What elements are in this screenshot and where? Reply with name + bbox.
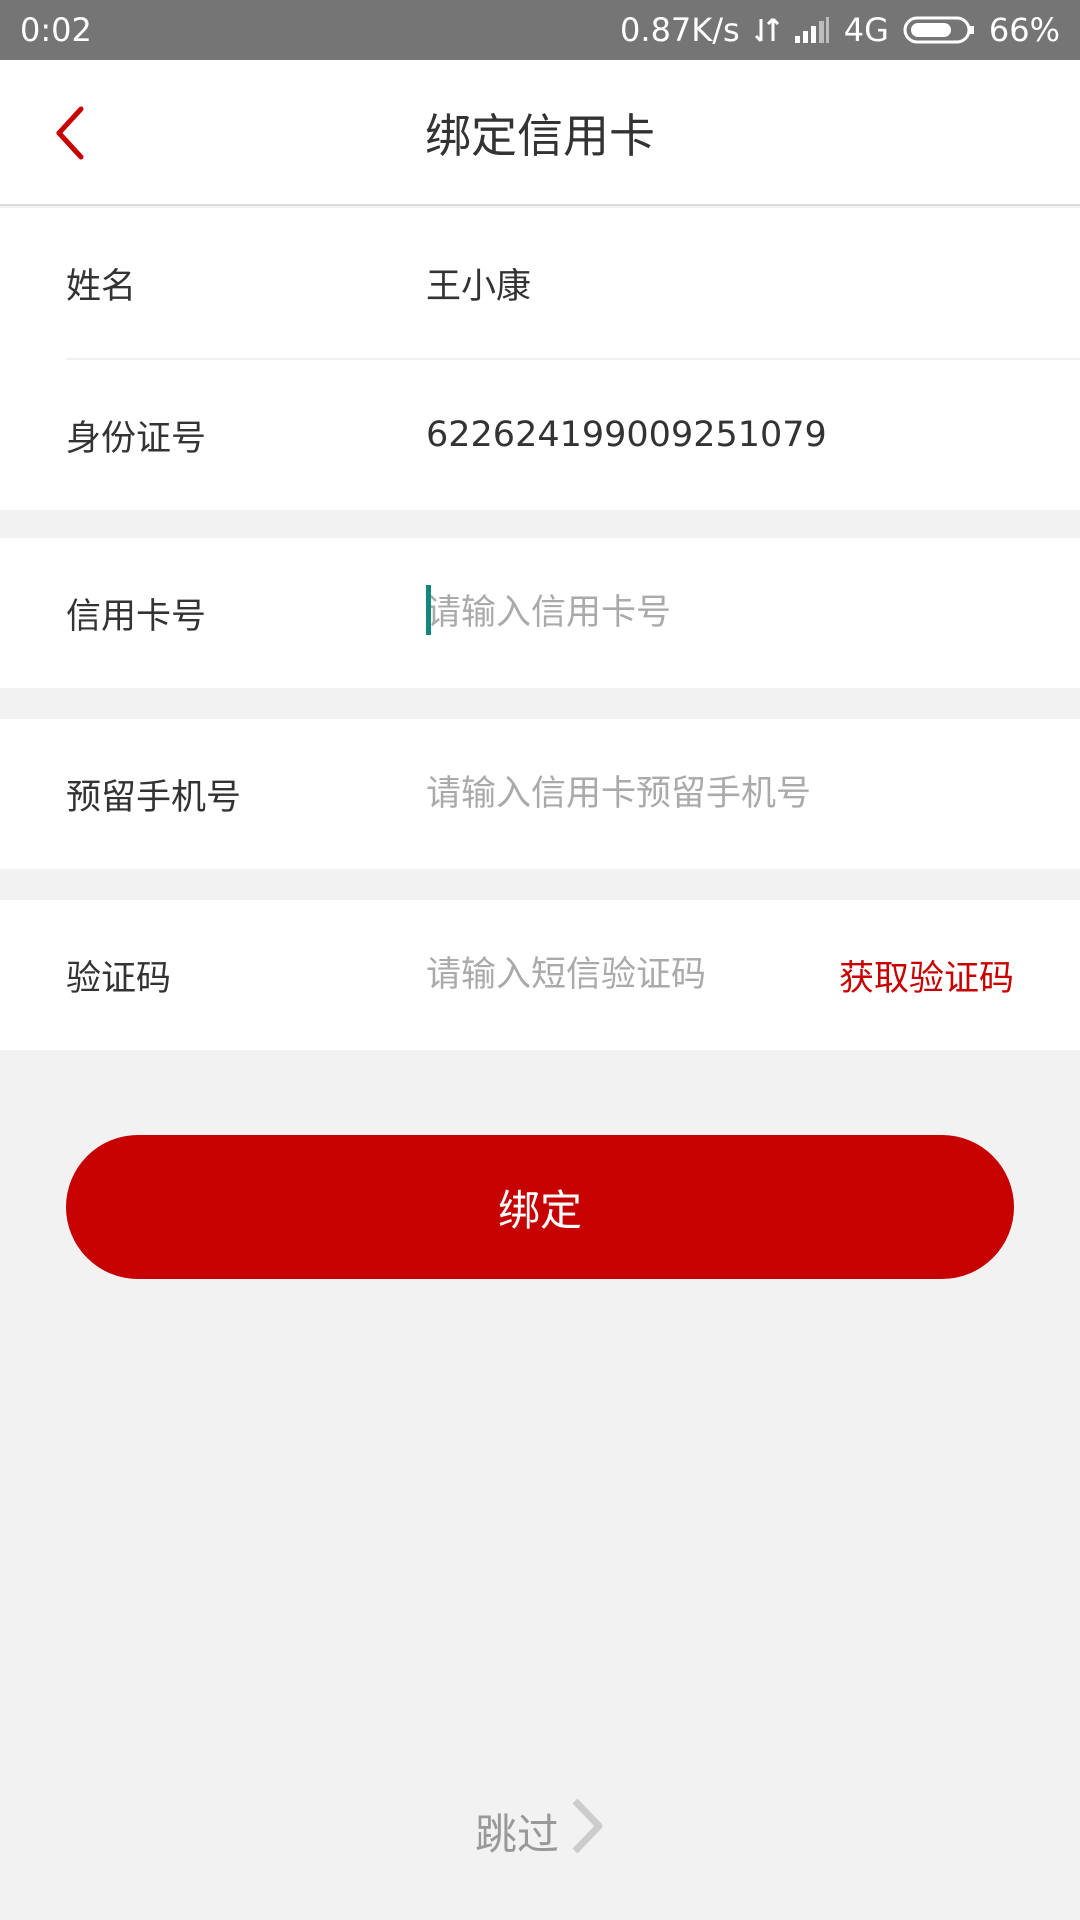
id-row: 身份证号 622624199009251079 [0,360,1080,510]
code-label: 验证码 [66,958,172,999]
code-row: 验证码 获取验证码 [0,900,1080,1050]
get-code-button[interactable]: 获取验证码 [839,900,1014,1050]
card-number-label: 信用卡号 [66,596,207,637]
name-row: 姓名 王小康 [0,208,1080,358]
card-section: 信用卡号 [0,538,1080,688]
status-bar: 0:02 0.87K/s 4G 66% [0,0,1080,60]
id-number-label: 身份证号 [66,418,207,459]
skip-link[interactable]: 跳过 [0,1797,1080,1865]
identity-section: 姓名 王小康 身份证号 622624199009251079 [0,208,1080,510]
battery-icon [903,15,975,45]
skip-label: 跳过 [474,1809,559,1859]
phone-row: 预留手机号 [0,719,1080,869]
code-input[interactable] [426,945,806,1005]
nav-bar: 绑定信用卡 [0,60,1080,206]
battery-level: 66% [988,11,1060,49]
page-title: 绑定信用卡 [425,109,655,163]
status-time: 0:02 [20,11,92,49]
card-number-input[interactable] [426,583,826,643]
name-value: 王小康 [426,266,532,307]
bind-button[interactable]: 绑定 [66,1135,1014,1279]
data-transfer-icon [754,15,780,45]
status-indicators: 0.87K/s 4G 66% [620,11,1060,49]
name-label: 姓名 [66,266,137,307]
phone-input[interactable] [426,764,1026,824]
text-cursor [426,585,431,635]
network-speed: 0.87K/s [620,11,740,49]
code-section: 验证码 获取验证码 [0,900,1080,1050]
phone-section: 预留手机号 [0,719,1080,869]
network-type: 4G [843,11,889,49]
signal-icon [794,16,830,44]
chevron-right-icon [569,1797,605,1865]
phone-label: 预留手机号 [66,777,242,818]
card-number-row: 信用卡号 [0,538,1080,688]
id-number-value: 622624199009251079 [426,415,827,455]
